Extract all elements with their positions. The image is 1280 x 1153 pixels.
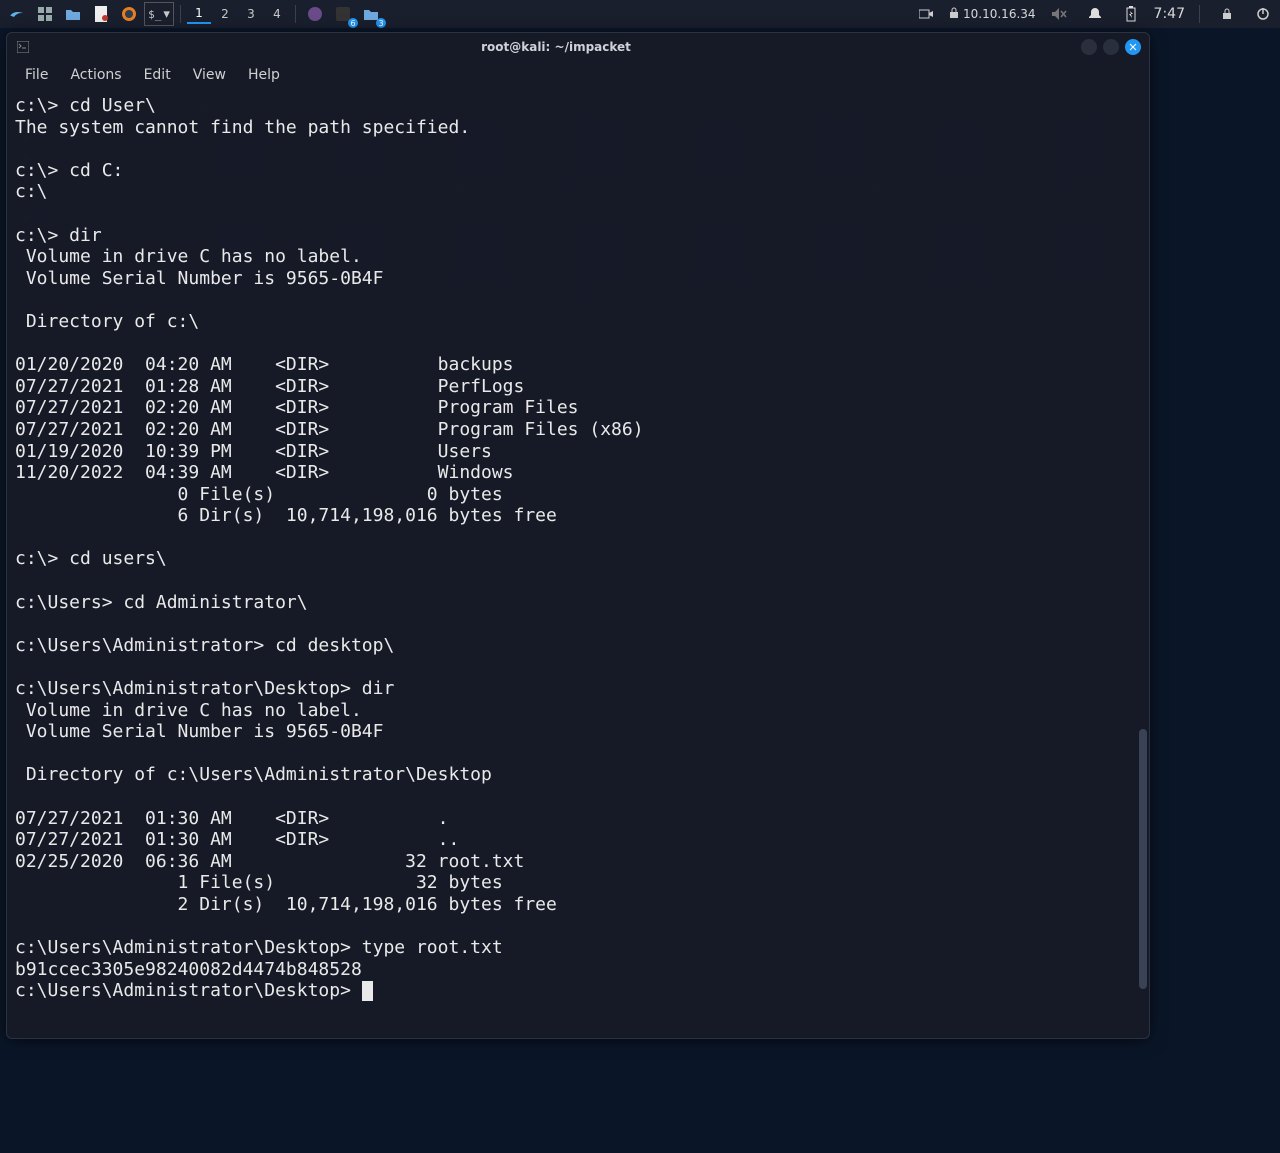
menu-file[interactable]: File xyxy=(15,63,58,87)
kali-menu-icon[interactable] xyxy=(4,2,30,26)
firefox-icon[interactable] xyxy=(116,2,142,26)
window-title: root@kali: ~/impacket xyxy=(31,40,1081,54)
badge-count: 3 xyxy=(376,18,386,28)
terminal-cursor xyxy=(362,981,373,1001)
ip-address-text: 10.10.16.34 xyxy=(963,7,1036,21)
workspace-2[interactable]: 2 xyxy=(213,4,237,24)
clock-text[interactable]: 7:47 xyxy=(1154,6,1185,22)
burp-running-icon[interactable]: 6 xyxy=(330,2,356,26)
terminal-scrollbar[interactable] xyxy=(1139,729,1147,989)
recording-icon[interactable] xyxy=(913,2,939,26)
badge-count: 6 xyxy=(348,18,358,28)
panel-separator xyxy=(180,5,181,23)
battery-icon[interactable] xyxy=(1118,2,1144,26)
notifications-icon[interactable] xyxy=(1082,2,1108,26)
menu-help[interactable]: Help xyxy=(238,63,290,87)
menu-view[interactable]: View xyxy=(183,63,236,87)
terminal-viewport[interactable]: c:\> cd User\ The system cannot find the… xyxy=(7,89,1149,1038)
text-editor-icon[interactable] xyxy=(88,2,114,26)
files-icon[interactable] xyxy=(60,2,86,26)
minimize-button[interactable] xyxy=(1081,39,1097,55)
window-titlebar[interactable]: root@kali: ~/impacket xyxy=(7,33,1149,61)
screen-lock-icon[interactable] xyxy=(1214,2,1240,26)
panel-separator xyxy=(295,5,296,23)
dashboard-icon[interactable] xyxy=(32,2,58,26)
lock-icon xyxy=(949,7,959,22)
close-button[interactable] xyxy=(1125,39,1141,55)
power-icon[interactable] xyxy=(1250,2,1276,26)
vpn-ip-widget[interactable]: 10.10.16.34 xyxy=(949,7,1036,22)
menu-actions[interactable]: Actions xyxy=(60,63,131,87)
workspace-4[interactable]: 4 xyxy=(265,4,289,24)
firefox-running-icon[interactable] xyxy=(302,2,328,26)
workspace-1[interactable]: 1 xyxy=(187,4,211,24)
volume-muted-icon[interactable] xyxy=(1046,2,1072,26)
workspace-3[interactable]: 3 xyxy=(239,4,263,24)
terminal-output: c:\> cd User\ The system cannot find the… xyxy=(15,95,1141,1002)
terminal-quick-icon[interactable]: $_▾ xyxy=(144,2,174,26)
maximize-button[interactable] xyxy=(1103,39,1119,55)
menu-edit[interactable]: Edit xyxy=(134,63,181,87)
window-app-icon xyxy=(15,41,31,53)
terminal-window: root@kali: ~/impacket File Actions Edit … xyxy=(6,32,1150,1039)
menubar: File Actions Edit View Help xyxy=(7,61,1149,89)
files-running-icon[interactable]: 3 xyxy=(358,2,384,26)
panel-separator xyxy=(1199,5,1200,23)
top-panel: $_▾ 1 2 3 4 6 3 10.10.16.34 xyxy=(0,0,1280,28)
